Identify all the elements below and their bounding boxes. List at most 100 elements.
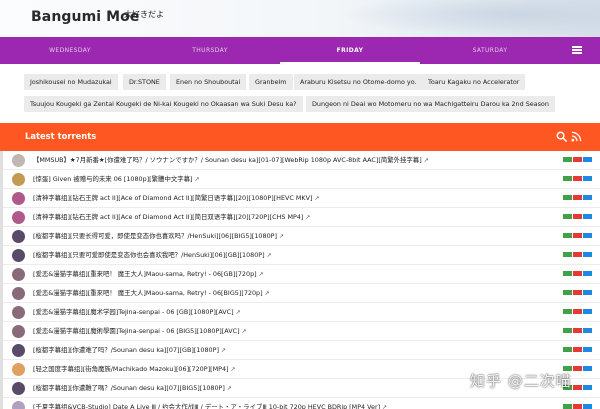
team-avatar[interactable]	[12, 173, 25, 186]
torrent-row[interactable]: [千夏字幕组&VCB-Studio] Date A Live Ⅲ / 约会大作战…	[0, 398, 600, 409]
torrent-row[interactable]: [桜都字幕组][只要可爱即使是变态你也会喜欢我吧？/HenSuki][06][G…	[0, 246, 600, 265]
torrent-title-text[interactable]: [轻之国度字幕组][街角魔族/Machikado Mazoku][06][720…	[33, 365, 229, 373]
torrent-title-text[interactable]: [爱恋&漫猫字幕组][魔术学园]Tejina-senpai - 06 [GB][…	[33, 308, 234, 316]
torrent-title-text[interactable]: 【MMSUB】★7月新番★[你遭难了吗？/ ソウナンですか？/ Sounan d…	[33, 156, 422, 164]
external-link-icon[interactable]: ↗	[195, 176, 200, 183]
torrent-title-text[interactable]: [爱恋&漫猫字幕组][重來吧！ 魔王大人]Maou-sama, Retry! -…	[33, 289, 263, 297]
stat-badge	[573, 271, 582, 276]
torrent-title[interactable]: [桜都字幕组][你遭难了吗？/Sounan desu ka][07][GB][1…	[33, 345, 543, 354]
stat-badge	[573, 404, 582, 409]
torrent-title-text[interactable]: [清神字幕组][钻石王牌 act II][Ace of Diamond Act …	[33, 213, 303, 221]
torrent-title-text[interactable]: [惊蛋] Given 被赠与的未来 06 [1080p][繁體中文字幕]	[33, 175, 193, 183]
torrent-title[interactable]: [桜都字幕组][你遭難了嗎？/Sounan desu ka][07][BIG5]…	[33, 383, 543, 392]
stat-badge	[583, 328, 592, 333]
torrent-title-text[interactable]: [桜都字幕组][只要长得可爱，即使是变态你也喜欢吗？/HenSuki][06][…	[33, 232, 277, 240]
team-avatar[interactable]	[12, 287, 25, 300]
torrent-title-text[interactable]: [桜都字幕组][你遭難了嗎？/Sounan desu ka][07][BIG5]…	[33, 384, 225, 392]
team-avatar[interactable]	[12, 249, 25, 262]
torrent-title[interactable]: [清神字幕组][钻石王牌 act II][Ace of Diamond Act …	[33, 212, 543, 221]
torrent-title[interactable]: [桜都字幕组][只要可爱即使是变态你也会喜欢我吧？/HenSuki][06][G…	[33, 250, 543, 259]
team-avatar[interactable]	[12, 230, 25, 243]
torrent-stats	[563, 247, 593, 263]
team-avatar[interactable]	[12, 154, 25, 167]
torrent-row[interactable]: [桜都字幕组][你遭难了吗？/Sounan desu ka][07][GB][1…	[0, 341, 600, 360]
torrent-title[interactable]: [爱恋&漫猫字幕组][重來吧！ 魔王大人]Maou-sama, Retry! -…	[33, 288, 543, 297]
rss-icon[interactable]	[571, 131, 582, 142]
torrent-title-text[interactable]: [爱恋&漫猫字幕组][魔術學園]Tejina-senpai - 06 [BIG5…	[33, 327, 240, 335]
external-link-icon[interactable]: ↗	[242, 328, 247, 335]
team-avatar[interactable]	[12, 192, 25, 205]
external-link-icon[interactable]: ↗	[227, 385, 232, 392]
external-link-icon[interactable]: ↗	[382, 404, 387, 409]
torrent-title[interactable]: 【MMSUB】★7月新番★[你遭难了吗？/ ソウナンですか？/ Sounan d…	[33, 155, 543, 164]
external-link-icon[interactable]: ↗	[424, 157, 429, 164]
stat-badge	[573, 252, 582, 257]
bangumi-chip[interactable]: Araburu Kisetsu no Otome-domo yo.	[294, 74, 423, 90]
team-avatar[interactable]	[12, 401, 25, 409]
bangumi-chip[interactable]: Dr.STONE	[123, 74, 166, 90]
torrent-title[interactable]: [爱恋&漫猫字幕组][魔術學園]Tejina-senpai - 06 [BIG5…	[33, 326, 543, 335]
external-link-icon[interactable]: ↗	[267, 252, 272, 259]
stat-badge	[573, 347, 582, 352]
bangumi-chip[interactable]: Joshikousei no Mudazukai	[24, 74, 118, 90]
torrent-stats	[563, 342, 593, 358]
torrent-title[interactable]: [轻之国度字幕组][街角魔族/Machikado Mazoku][06][720…	[33, 364, 543, 373]
torrent-row[interactable]: [惊蛋] Given 被赠与的未来 06 [1080p][繁體中文字幕] ↗	[0, 170, 600, 189]
stat-badge	[583, 157, 592, 162]
stat-badge	[563, 347, 572, 352]
stat-badge	[583, 195, 592, 200]
torrent-row[interactable]: [桜都字幕组][只要长得可爱，即使是变态你也喜欢吗？/HenSuki][06][…	[0, 227, 600, 246]
external-link-icon[interactable]: ↗	[259, 271, 264, 278]
external-link-icon[interactable]: ↗	[231, 366, 236, 373]
torrent-title[interactable]: [桜都字幕组][只要长得可爱，即使是变态你也喜欢吗？/HenSuki][06][…	[33, 231, 543, 240]
team-avatar[interactable]	[12, 363, 25, 376]
team-avatar[interactable]	[12, 268, 25, 281]
torrent-title-text[interactable]: [桜都字幕组][只要可爱即使是变态你也会喜欢我吧？/HenSuki][06][G…	[33, 251, 265, 259]
bangumi-chip[interactable]: Granbelm	[249, 74, 293, 90]
torrent-title[interactable]: [爱恋&漫猫字幕组][重来吧！ 魔王大人]Maou-sama, Retry! -…	[33, 269, 543, 278]
team-avatar[interactable]	[12, 325, 25, 338]
bangumi-chip[interactable]: Dungeon ni Deai wo Motomeru no wa Machig…	[306, 96, 555, 112]
stat-badge	[563, 328, 572, 333]
torrent-row[interactable]: 【MMSUB】★7月新番★[你遭难了吗？/ ソウナンですか？/ Sounan d…	[0, 151, 600, 170]
torrent-title[interactable]: [惊蛋] Given 被赠与的未来 06 [1080p][繁體中文字幕] ↗	[33, 174, 543, 183]
torrent-row[interactable]: [爱恋&漫猫字幕组][魔術學園]Tejina-senpai - 06 [BIG5…	[0, 322, 600, 341]
torrent-row[interactable]: [爱恋&漫猫字幕组][重来吧！ 魔王大人]Maou-sama, Retry! -…	[0, 265, 600, 284]
bangumi-chip[interactable]: Tsuujou Kougeki ga Zentai Kougeki de Ni-…	[24, 96, 303, 112]
stat-badge	[573, 290, 582, 295]
sidebar-edge	[0, 151, 3, 409]
menu-icon[interactable]	[572, 46, 582, 54]
team-avatar[interactable]	[12, 306, 25, 319]
stat-badge	[583, 271, 592, 276]
external-link-icon[interactable]: ↗	[265, 290, 270, 297]
torrent-title-text[interactable]: [千夏字幕组&VCB-Studio] Date A Live Ⅲ / 约会大作战…	[33, 403, 380, 409]
team-avatar[interactable]	[12, 211, 25, 224]
team-avatar[interactable]	[12, 382, 25, 395]
tab-friday[interactable]: FRIDAY	[280, 37, 420, 64]
torrent-title[interactable]: [清神字幕组][钻石王牌 act II][Ace of Diamond Act …	[33, 193, 543, 202]
torrent-title-text[interactable]: [爱恋&漫猫字幕组][重来吧！ 魔王大人]Maou-sama, Retry! -…	[33, 270, 257, 278]
bangumi-chip[interactable]: Toaru Kagaku no Accelerator	[422, 74, 526, 90]
search-icon[interactable]	[556, 131, 567, 142]
torrent-title[interactable]: [千夏字幕组&VCB-Studio] Date A Live Ⅲ / 约会大作战…	[33, 402, 543, 409]
stat-badge	[563, 233, 572, 238]
tab-saturday[interactable]: SATURDAY	[420, 37, 560, 64]
external-link-icon[interactable]: ↗	[279, 233, 284, 240]
torrent-title-text[interactable]: [清神字幕组][钻石王牌 act II][Ace of Diamond Act …	[33, 194, 312, 202]
team-avatar[interactable]	[12, 344, 25, 357]
torrent-row[interactable]: [清神字幕组][钻石王牌 act II][Ace of Diamond Act …	[0, 208, 600, 227]
torrent-row[interactable]: [爱恋&漫猫字幕组][魔术学园]Tejina-senpai - 06 [GB][…	[0, 303, 600, 322]
bangumi-chip[interactable]: Enen no Shouboutai	[170, 74, 247, 90]
stat-badge	[573, 195, 582, 200]
external-link-icon[interactable]: ↗	[314, 195, 319, 202]
external-link-icon[interactable]: ↗	[221, 347, 226, 354]
torrent-row[interactable]: [清神字幕组][钻石王牌 act II][Ace of Diamond Act …	[0, 189, 600, 208]
torrent-row[interactable]: [爱恋&漫猫字幕组][重來吧！ 魔王大人]Maou-sama, Retry! -…	[0, 284, 600, 303]
tab-wednesday[interactable]: WEDNESDAY	[0, 37, 140, 64]
torrent-title[interactable]: [爱恋&漫猫字幕组][魔术学园]Tejina-senpai - 06 [GB][…	[33, 307, 543, 316]
external-link-icon[interactable]: ↗	[305, 214, 310, 221]
external-link-icon[interactable]: ↗	[236, 309, 241, 316]
torrent-title-text[interactable]: [桜都字幕组][你遭难了吗？/Sounan desu ka][07][GB][1…	[33, 346, 219, 354]
stat-badge	[563, 214, 572, 219]
tab-thursday[interactable]: THURSDAY	[140, 37, 280, 64]
